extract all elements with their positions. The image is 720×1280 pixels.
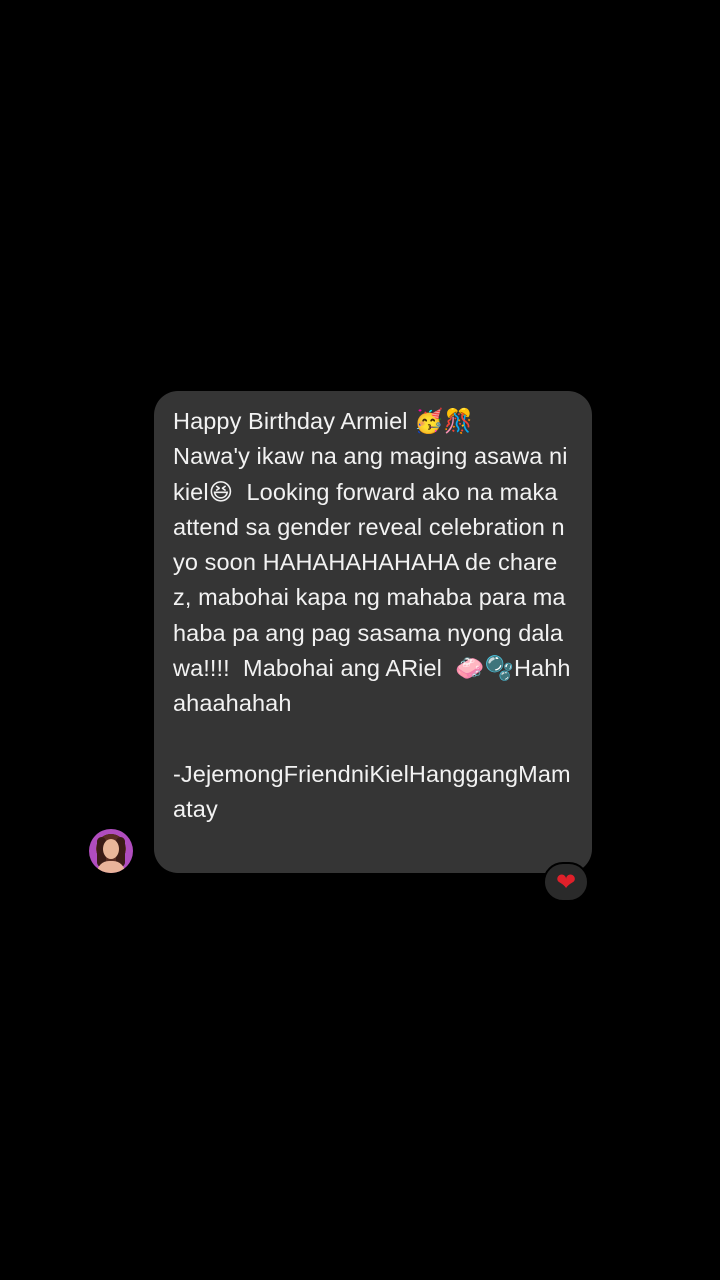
message-text: Happy Birthday Armiel 🥳🎊 Nawa'y ikaw na … bbox=[173, 408, 571, 823]
message-bubble[interactable]: Happy Birthday Armiel 🥳🎊 Nawa'y ikaw na … bbox=[154, 391, 592, 873]
sender-avatar[interactable] bbox=[89, 829, 133, 873]
reaction-badge[interactable]: ❤ bbox=[543, 862, 589, 902]
heart-reaction-icon: ❤ bbox=[555, 868, 577, 896]
avatar-face bbox=[103, 839, 119, 859]
